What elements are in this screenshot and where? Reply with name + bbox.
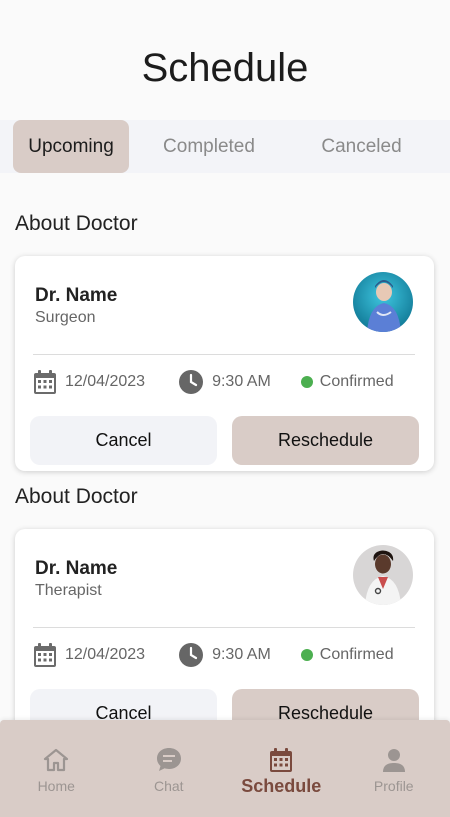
status-badge: Confirmed <box>319 646 394 663</box>
appointment-card: Dr. Name Surgeon 12/04/2023 9:30 AM Conf… <box>15 256 434 471</box>
calendar-icon <box>33 642 57 668</box>
doctor-name: Dr. Name <box>35 558 118 579</box>
nav-item-schedule[interactable]: Schedule <box>225 720 338 817</box>
appointment-meta: 12/04/2023 9:30 AM Confirmed <box>33 642 420 668</box>
doctor-specialty: Surgeon <box>35 309 96 326</box>
cancel-button[interactable]: Cancel <box>30 416 217 465</box>
doctor-name: Dr. Name <box>35 285 118 306</box>
section-label: About Doctor <box>15 212 138 235</box>
card-divider <box>33 354 415 355</box>
nav-item-profile[interactable]: Profile <box>338 720 450 817</box>
nav-item-home[interactable]: Home <box>0 720 113 817</box>
appointment-date: 12/04/2023 <box>65 373 146 390</box>
nav-label-chat: Chat <box>153 778 184 794</box>
chat-icon <box>155 746 183 774</box>
calendar-icon <box>33 369 57 395</box>
section-label: About Doctor <box>15 485 138 508</box>
appointment-time: 9:30 AM <box>212 373 271 390</box>
status-item: Confirmed <box>300 646 394 664</box>
date-item: 12/04/2023 <box>33 369 145 395</box>
page-title: Schedule <box>141 46 309 90</box>
tab-upcoming[interactable]: Upcoming <box>13 120 129 173</box>
clock-icon <box>178 369 204 395</box>
tab-completed[interactable]: Completed <box>129 120 289 173</box>
nav-label-home: Home <box>37 778 75 794</box>
status-dot <box>300 376 313 388</box>
doctor-specialty: Therapist <box>35 582 102 599</box>
doctor-avatar <box>353 545 413 605</box>
person-icon <box>381 746 407 774</box>
clock-icon <box>178 642 204 668</box>
bottom-nav: Home Chat Schedule Profile <box>0 720 450 817</box>
appointment-card: Dr. Name Therapist 12/04/2023 9:30 AM Co… <box>15 529 434 744</box>
reschedule-button[interactable]: Reschedule <box>232 416 419 465</box>
calendar-icon <box>269 746 293 774</box>
schedule-tabs: Upcoming Completed Canceled <box>0 120 450 173</box>
status-badge: Confirmed <box>319 373 394 390</box>
nav-label-profile: Profile <box>373 778 414 794</box>
doctor-avatar <box>353 272 413 332</box>
appointment-date: 12/04/2023 <box>65 646 146 663</box>
appointment-time: 9:30 AM <box>212 646 271 663</box>
time-item: 9:30 AM <box>178 642 271 668</box>
nav-item-chat[interactable]: Chat <box>113 720 226 817</box>
tab-canceled[interactable]: Canceled <box>289 120 434 173</box>
nav-label-schedule: Schedule <box>241 776 322 796</box>
date-item: 12/04/2023 <box>33 642 145 668</box>
status-item: Confirmed <box>300 373 394 391</box>
time-item: 9:30 AM <box>178 369 271 395</box>
card-divider <box>33 627 415 628</box>
appointment-meta: 12/04/2023 9:30 AM Confirmed <box>33 369 420 395</box>
home-icon <box>43 746 69 774</box>
status-dot <box>300 649 313 661</box>
